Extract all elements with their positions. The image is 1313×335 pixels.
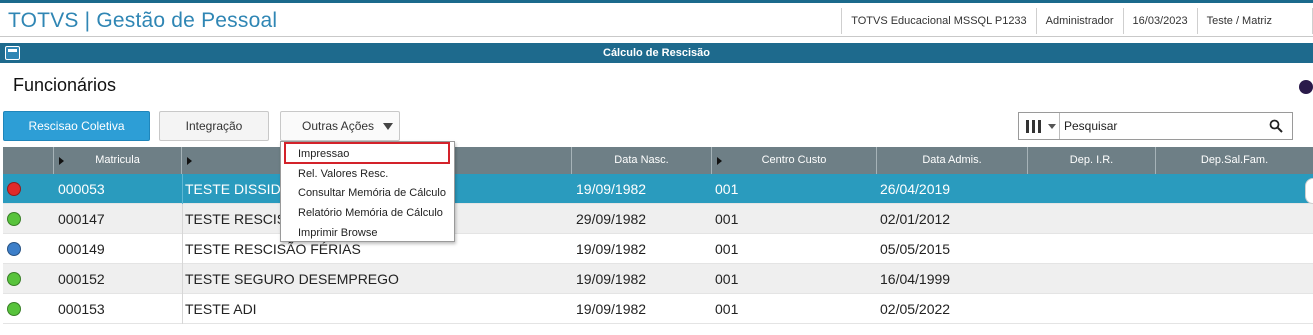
cell-centro-custo: 001 bbox=[715, 271, 739, 287]
menu-item-relatorio-memoria[interactable]: Relatório Memória de Cálculo bbox=[298, 207, 443, 219]
table-row[interactable]: 000152 TESTE SEGURO DESEMPREGO 19/09/198… bbox=[3, 264, 1313, 294]
status-green-icon bbox=[7, 272, 21, 286]
cell-data-nasc: 19/09/1982 bbox=[576, 241, 647, 257]
status-blue-icon bbox=[7, 242, 21, 256]
employees-grid: Matricula Data Nasc. Centro Custo Data A… bbox=[3, 147, 1313, 324]
chevron-down-icon bbox=[383, 123, 393, 130]
side-panel-toggle-icon[interactable] bbox=[1299, 80, 1313, 94]
header-data-admis[interactable]: Data Admis. bbox=[877, 147, 1028, 174]
cell-data-nasc: 19/09/1982 bbox=[576, 301, 647, 317]
table-row[interactable]: 000153 TESTE ADI 19/09/1982 001 02/05/20… bbox=[3, 294, 1313, 324]
cell-centro-custo: 001 bbox=[715, 241, 739, 257]
column-divider bbox=[182, 264, 183, 294]
cell-data-admis: 02/01/2012 bbox=[880, 211, 951, 227]
search-divider bbox=[1059, 113, 1060, 139]
cell-centro-custo: 001 bbox=[715, 181, 739, 197]
outras-acoes-menu: Impressao Rel. Valores Resc. Consultar M… bbox=[280, 141, 455, 242]
cell-matricula: 000147 bbox=[58, 211, 105, 227]
header-dep-sal-fam[interactable]: Dep.Sal.Fam. bbox=[1156, 147, 1313, 174]
outras-acoes-button[interactable]: Outras Ações bbox=[280, 111, 400, 141]
columns-icon[interactable] bbox=[1026, 120, 1043, 133]
top-header: TOTVS | Gestão de Pessoal TOTVS Educacio… bbox=[0, 0, 1313, 37]
table-row[interactable]: 000149 TESTE RESCISÃO FÉRIAS 19/09/1982 … bbox=[3, 234, 1313, 264]
header-dep-ir[interactable]: Dep. I.R. bbox=[1028, 147, 1156, 174]
cell-data-admis: 26/04/2019 bbox=[880, 181, 951, 197]
search-box bbox=[1018, 112, 1293, 140]
status-red-icon bbox=[7, 182, 21, 196]
cell-nome: TESTE SEGURO DESEMPREGO bbox=[185, 271, 399, 287]
environment-label[interactable]: TOTVS Educacional MSSQL P1233 bbox=[841, 8, 1035, 34]
cell-matricula: 000149 bbox=[58, 241, 105, 257]
cell-data-admis: 05/05/2015 bbox=[880, 241, 951, 257]
scroll-handle[interactable] bbox=[1305, 178, 1313, 204]
cell-data-admis: 16/04/1999 bbox=[880, 271, 951, 287]
column-divider bbox=[182, 234, 183, 264]
search-icon[interactable] bbox=[1269, 119, 1283, 133]
cell-nome: TESTE RESCIS bbox=[185, 211, 287, 227]
column-divider bbox=[182, 294, 183, 324]
cell-nome: TESTE RESCISÃO FÉRIAS bbox=[185, 241, 361, 257]
cell-data-nasc: 19/09/1982 bbox=[576, 181, 647, 197]
grid-header: Matricula Data Nasc. Centro Custo Data A… bbox=[3, 147, 1313, 174]
cell-data-nasc: 29/09/1982 bbox=[576, 211, 647, 227]
cell-matricula: 000152 bbox=[58, 271, 105, 287]
cell-centro-custo: 001 bbox=[715, 301, 739, 317]
cell-matricula: 000153 bbox=[58, 301, 105, 317]
cell-matricula: 000053 bbox=[58, 181, 105, 197]
search-input[interactable] bbox=[1064, 116, 1259, 136]
menu-item-consultar-memoria[interactable]: Consultar Memória de Cálculo bbox=[298, 187, 446, 199]
date-label[interactable]: 16/03/2023 bbox=[1122, 8, 1197, 34]
section-title: Funcionários bbox=[13, 75, 117, 95]
header-centro-custo[interactable]: Centro Custo bbox=[712, 147, 877, 174]
header-data-nasc[interactable]: Data Nasc. bbox=[572, 147, 712, 174]
column-divider bbox=[182, 174, 183, 204]
app-title: TOTVS | Gestão de Pessoal bbox=[8, 9, 278, 32]
filter-dropdown-icon[interactable] bbox=[1048, 124, 1056, 129]
branch-label[interactable]: Teste / Matriz bbox=[1196, 8, 1313, 34]
table-row[interactable]: 000147 TESTE RESCIS 29/09/1982 001 02/01… bbox=[3, 204, 1313, 234]
app-root: TOTVS | Gestão de Pessoal TOTVS Educacio… bbox=[0, 0, 1313, 335]
table-row[interactable]: 000053 TESTE DISSID 19/09/1982 001 26/04… bbox=[3, 174, 1313, 204]
integracao-button[interactable]: Integração bbox=[159, 111, 269, 141]
status-green-icon bbox=[7, 212, 21, 226]
window-titlebar: Cálculo de Rescisão bbox=[0, 43, 1313, 63]
header-status[interactable] bbox=[3, 147, 54, 174]
column-divider bbox=[182, 204, 183, 234]
outras-acoes-label: Outras Ações bbox=[302, 119, 375, 133]
status-green-icon bbox=[7, 302, 21, 316]
cell-centro-custo: 001 bbox=[715, 211, 739, 227]
session-info: TOTVS Educacional MSSQL P1233 Administra… bbox=[841, 7, 1313, 35]
menu-item-rel-valores-resc[interactable]: Rel. Valores Resc. bbox=[298, 168, 388, 180]
cell-data-admis: 02/05/2022 bbox=[880, 301, 951, 317]
window-title: Cálculo de Rescisão bbox=[603, 47, 710, 59]
cell-nome: TESTE DISSID bbox=[185, 181, 281, 197]
cell-nome: TESTE ADI bbox=[185, 301, 257, 317]
user-label[interactable]: Administrador bbox=[1035, 8, 1123, 34]
header-matricula[interactable]: Matricula bbox=[54, 147, 182, 174]
rescisao-coletiva-button[interactable]: Rescisao Coletiva bbox=[3, 111, 150, 141]
cell-data-nasc: 19/09/1982 bbox=[576, 271, 647, 287]
menu-item-imprimir-browse[interactable]: Imprimir Browse bbox=[298, 227, 377, 239]
menu-item-impressao[interactable]: Impressao bbox=[298, 148, 349, 160]
